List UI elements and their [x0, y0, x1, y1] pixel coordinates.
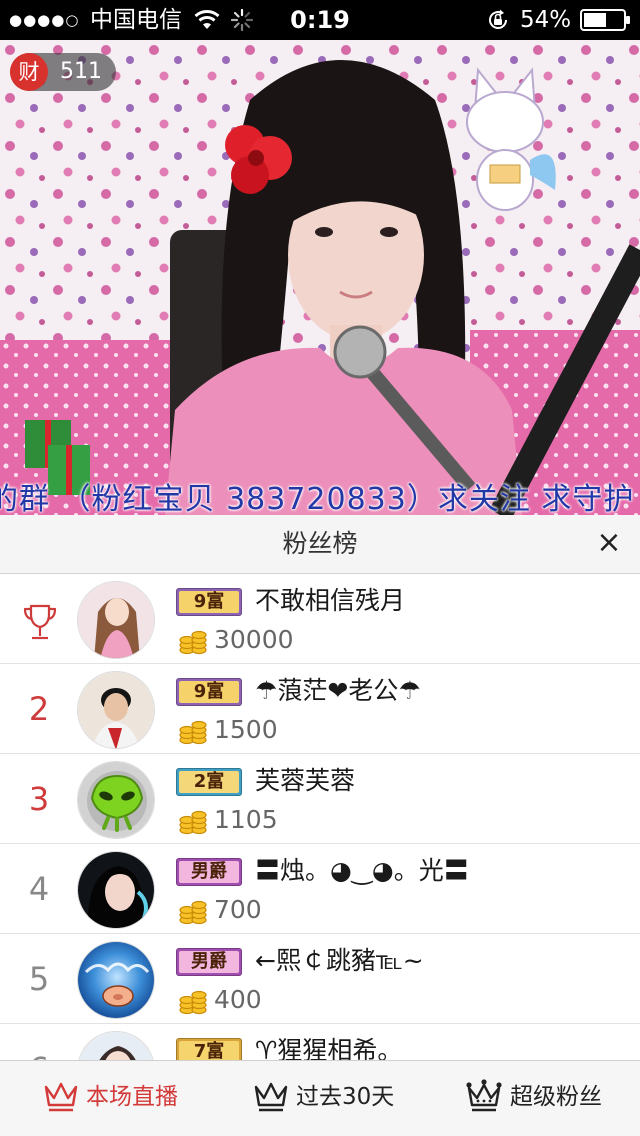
battery-icon [580, 9, 630, 31]
fan-coins: 1105 [214, 805, 278, 834]
avatar[interactable] [77, 851, 155, 929]
noble-rank-badge: 男爵 [176, 948, 242, 976]
badge-label: 7富 [179, 1041, 239, 1060]
fan-name: 芙蓉芙蓉 [255, 766, 356, 795]
wealth-level-badge: 9富 [176, 588, 242, 616]
tab-past-30-days[interactable]: 过去30天 [250, 1061, 400, 1136]
coin-icon [179, 630, 207, 655]
rotation-lock-icon [489, 9, 507, 29]
fan-coins: 400 [214, 985, 262, 1014]
video-feed-image [0, 40, 640, 515]
battery-percent: 54% [520, 7, 572, 33]
tab-super-fans[interactable]: 超级粉丝 [463, 1061, 613, 1136]
fan-name: 〓烛。◕‿◕。光〓 [255, 856, 469, 885]
trophy-icon [23, 604, 57, 640]
coin-icon [179, 720, 207, 745]
wealth-count: 511 [60, 59, 102, 84]
crown-icon [254, 1082, 288, 1112]
noble-rank-badge: 男爵 [176, 858, 242, 886]
wealth-level-badge: 2富 [176, 768, 242, 796]
badge-label: 男爵 [179, 951, 239, 973]
tab-label: 超级粉丝 [510, 1084, 602, 1110]
fan-name: 不敢相信残月 [255, 586, 406, 615]
avatar[interactable] [77, 761, 155, 839]
badge-label: 9富 [179, 681, 239, 703]
fan-row[interactable]: 5 男爵 ←熙￠跳豬℡~ 400 [0, 934, 640, 1024]
badge-label: 9富 [179, 591, 239, 613]
fan-name: ☂蒗茫❤老公☂ [255, 676, 421, 705]
fan-coins: 1500 [214, 715, 278, 744]
wealth-level-badge: 9富 [176, 678, 242, 706]
avatar[interactable] [77, 671, 155, 749]
wealth-level-badge: 7富 [176, 1038, 242, 1060]
fan-row[interactable]: 6 7富 ♈猩猩相希。 [0, 1024, 640, 1060]
rank-number: 3 [28, 780, 50, 818]
bottom-tab-bar: 本场直播 过去30天 超级粉丝 [0, 1060, 640, 1136]
fan-ranking-header: 粉丝榜 × [0, 515, 640, 574]
fan-row[interactable]: 2 9富 ☂蒗茫❤老公☂ 1500 [0, 664, 640, 754]
crown-icon [44, 1082, 78, 1112]
close-button[interactable]: × [590, 515, 628, 571]
avatar[interactable] [77, 941, 155, 1019]
wealth-icon: 财 [10, 53, 48, 91]
fan-row[interactable]: 3 2富 芙蓉芙蓉 1105 [0, 754, 640, 844]
coin-icon [179, 990, 207, 1015]
scrolling-announcement: 的群 （粉红宝贝 383720833）求关注 求守护 [0, 482, 635, 516]
rank-number: 5 [28, 960, 50, 998]
fan-name: ←熙￠跳豬℡~ [255, 946, 424, 975]
live-video: 财 511 的群 （粉红宝贝 383720833）求关注 求守护 [0, 40, 640, 515]
fan-coins: 700 [214, 895, 262, 924]
tab-label: 过去30天 [296, 1084, 395, 1110]
fan-row[interactable]: 9富 不敢相信残月 30000 [0, 574, 640, 664]
badge-label: 2富 [179, 771, 239, 793]
status-bar: ●●●●○ 中国电信 0:19 54% [0, 0, 640, 40]
rank-number: 4 [28, 870, 50, 908]
coin-icon [179, 810, 207, 835]
fan-ranking-list[interactable]: 9富 不敢相信残月 30000 2 9富 ☂蒗茫❤老公☂ 1500 3 2富 芙… [0, 574, 640, 1060]
avatar[interactable] [77, 581, 155, 659]
fan-coins: 30000 [214, 625, 294, 654]
panel-title: 粉丝榜 [282, 529, 358, 558]
tab-label: 本场直播 [86, 1084, 178, 1110]
super-crown-icon [466, 1079, 502, 1112]
coin-icon [179, 900, 207, 925]
fan-name: ♈猩猩相希。 [255, 1036, 403, 1060]
rank-number: 2 [28, 690, 50, 728]
fan-row[interactable]: 4 男爵 〓烛。◕‿◕。光〓 700 [0, 844, 640, 934]
rank-number: 6 [0, 1024, 78, 1060]
tab-current-live[interactable]: 本场直播 [40, 1061, 190, 1136]
badge-label: 男爵 [179, 861, 239, 883]
avatar[interactable] [77, 1031, 155, 1060]
